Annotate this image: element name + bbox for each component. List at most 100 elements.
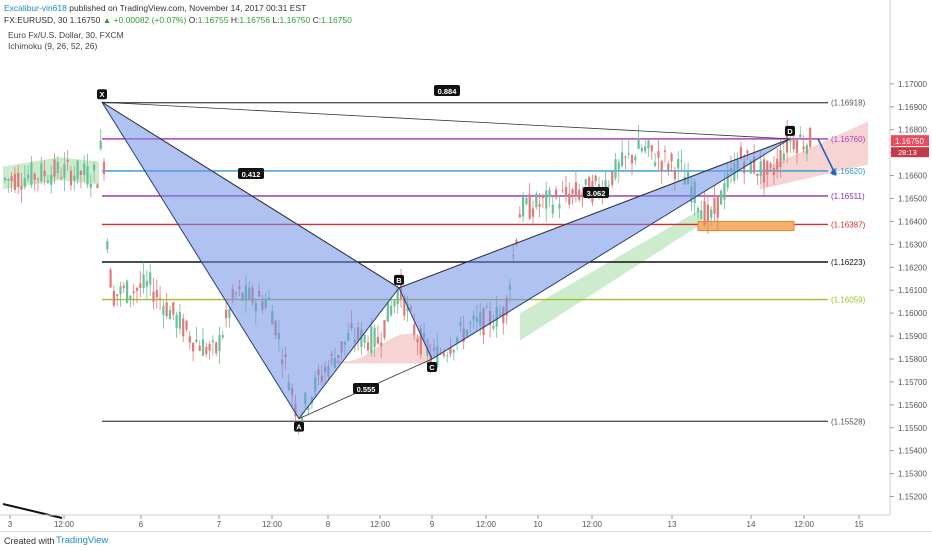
chart-legend: Euro Fx/U.S. Dollar, 30, FXCM Ichimoku (… bbox=[8, 30, 124, 52]
candle-body bbox=[452, 349, 455, 353]
ratio-line bbox=[398, 138, 791, 289]
candle-body bbox=[528, 194, 531, 219]
candle-body bbox=[73, 175, 76, 181]
y-tick-label: 1.15400 bbox=[898, 447, 927, 456]
candle-body bbox=[654, 162, 657, 166]
candle-body bbox=[76, 160, 79, 180]
x-tick-label: 12:00 bbox=[54, 520, 75, 529]
candle-body bbox=[769, 163, 772, 168]
candle-body bbox=[376, 336, 379, 344]
candle-body bbox=[568, 193, 571, 205]
pattern-point-label: B bbox=[396, 276, 402, 285]
candle-body bbox=[525, 197, 528, 204]
y-tick-label: 1.15800 bbox=[898, 355, 927, 364]
candle-body bbox=[766, 160, 769, 175]
y-tick-label: 1.16500 bbox=[898, 194, 927, 203]
candle-body bbox=[795, 140, 799, 154]
candle-body bbox=[195, 339, 198, 342]
candle-body bbox=[383, 320, 386, 338]
footer: Created with TradingView bbox=[0, 531, 932, 551]
candle-body bbox=[759, 161, 762, 177]
candle-body bbox=[614, 159, 617, 179]
candle-body bbox=[102, 161, 106, 175]
fib-level-label: (1.16760) bbox=[831, 135, 866, 144]
candle-body bbox=[66, 160, 69, 162]
fib-level-label: (1.15528) bbox=[831, 417, 866, 426]
tradingview-logo[interactable]: TradingView bbox=[56, 535, 108, 546]
candle-body bbox=[779, 149, 782, 168]
candle-body bbox=[192, 342, 195, 352]
candle-body bbox=[805, 145, 808, 154]
candle-body bbox=[538, 204, 541, 207]
candle-body bbox=[663, 150, 667, 153]
candle-body bbox=[442, 352, 445, 356]
candle-body bbox=[723, 183, 726, 200]
candle-body bbox=[23, 178, 26, 188]
candle-body bbox=[396, 289, 399, 305]
candle-body bbox=[373, 327, 376, 348]
candle-body bbox=[50, 174, 53, 185]
candle-body bbox=[802, 146, 805, 150]
ratio-label: 0.555 bbox=[357, 385, 376, 394]
candle-body bbox=[535, 193, 538, 208]
price-chart[interactable]: (1.16918)(1.16760)(1.16620)(1.16511)(1.1… bbox=[0, 0, 932, 532]
candle-body bbox=[416, 338, 419, 343]
candle-body bbox=[30, 162, 33, 185]
candle-body bbox=[637, 138, 640, 150]
y-tick-label: 1.15500 bbox=[898, 424, 927, 433]
candle-body bbox=[776, 158, 779, 170]
candle-body bbox=[221, 335, 224, 338]
y-tick-label: 1.16300 bbox=[898, 240, 927, 249]
candle-body bbox=[149, 272, 152, 285]
candle-body bbox=[594, 175, 597, 182]
candle-body bbox=[112, 290, 115, 306]
candle-body bbox=[208, 344, 211, 351]
y-tick-label: 1.15700 bbox=[898, 378, 927, 387]
candle-body bbox=[518, 214, 521, 218]
candle-body bbox=[116, 294, 119, 296]
candle-body bbox=[762, 159, 766, 183]
candle-body bbox=[205, 346, 208, 355]
candle-body bbox=[139, 283, 142, 288]
candle-body bbox=[363, 334, 366, 343]
y-tick-label: 1.16900 bbox=[898, 103, 927, 112]
candle-body bbox=[155, 289, 158, 298]
candle-body bbox=[647, 140, 650, 149]
y-tick-label: 1.15600 bbox=[898, 401, 927, 410]
candle-body bbox=[584, 179, 587, 185]
trend-line bbox=[2, 503, 63, 519]
y-tick-label: 1.17000 bbox=[898, 80, 927, 89]
candle-body bbox=[366, 342, 370, 351]
candle-body bbox=[630, 155, 634, 164]
countdown-label: 28:13 bbox=[898, 148, 917, 157]
x-tick-label: 12:00 bbox=[370, 520, 391, 529]
x-tick-label: 12:00 bbox=[582, 520, 603, 529]
candle-body bbox=[696, 207, 700, 213]
candle-body bbox=[706, 204, 709, 222]
candle-body bbox=[53, 159, 56, 177]
candle-body bbox=[36, 178, 40, 180]
candle-body bbox=[634, 156, 637, 161]
candle-body bbox=[716, 195, 719, 218]
candle-body bbox=[710, 209, 713, 218]
candle-body bbox=[673, 170, 676, 180]
fib-level-label: (1.16511) bbox=[831, 192, 865, 201]
candle-body bbox=[650, 145, 653, 152]
candle-body bbox=[165, 302, 168, 317]
candle-body bbox=[172, 302, 175, 315]
candle-body bbox=[677, 158, 680, 169]
candle-body bbox=[33, 173, 36, 180]
candle-body bbox=[621, 152, 624, 167]
candle-body bbox=[96, 184, 99, 188]
candle-body bbox=[7, 179, 10, 181]
pattern-bcd bbox=[398, 138, 791, 360]
candle-body bbox=[386, 302, 389, 322]
candle-body bbox=[564, 186, 568, 197]
current-price-label: 1.16750 bbox=[895, 137, 924, 146]
candle-body bbox=[660, 161, 663, 172]
ratio-label: 0.412 bbox=[242, 170, 261, 179]
indicator-title[interactable]: Ichimoku (9, 26, 52, 26) bbox=[8, 41, 124, 52]
candle-body bbox=[86, 166, 89, 185]
candle-body bbox=[3, 178, 7, 181]
candle-body bbox=[178, 312, 181, 329]
